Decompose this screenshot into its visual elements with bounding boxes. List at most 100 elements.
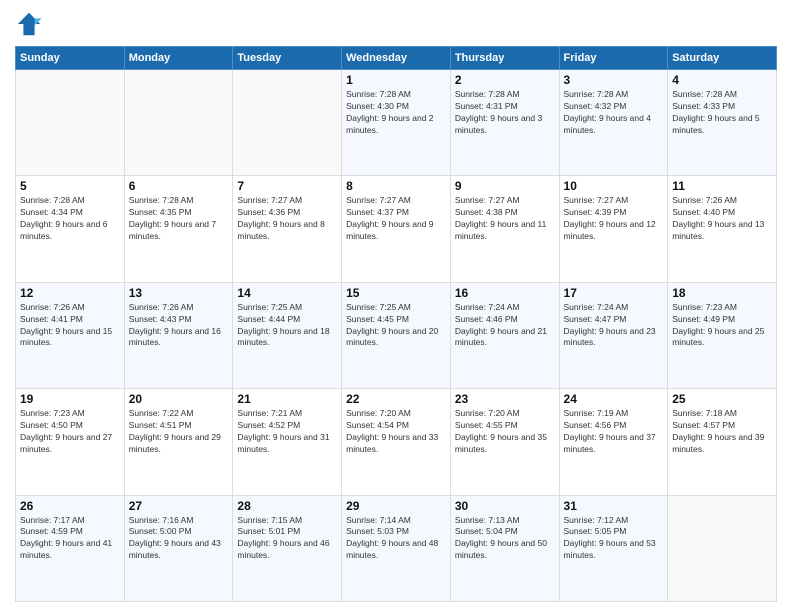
calendar-cell: 25 Sunrise: 7:18 AMSunset: 4:57 PMDaylig… [668, 389, 777, 495]
day-info: Sunrise: 7:25 AMSunset: 4:44 PMDaylight:… [237, 302, 337, 350]
day-number: 31 [564, 499, 664, 513]
day-info: Sunrise: 7:26 AMSunset: 4:40 PMDaylight:… [672, 195, 772, 243]
calendar-cell [124, 70, 233, 176]
day-number: 28 [237, 499, 337, 513]
calendar-cell: 21 Sunrise: 7:21 AMSunset: 4:52 PMDaylig… [233, 389, 342, 495]
page: SundayMondayTuesdayWednesdayThursdayFrid… [0, 0, 792, 612]
calendar-cell: 4 Sunrise: 7:28 AMSunset: 4:33 PMDayligh… [668, 70, 777, 176]
day-number: 5 [20, 179, 120, 193]
day-number: 19 [20, 392, 120, 406]
calendar-cell [16, 70, 125, 176]
calendar-cell: 17 Sunrise: 7:24 AMSunset: 4:47 PMDaylig… [559, 282, 668, 388]
day-info: Sunrise: 7:22 AMSunset: 4:51 PMDaylight:… [129, 408, 229, 456]
calendar-table: SundayMondayTuesdayWednesdayThursdayFrid… [15, 46, 777, 602]
calendar-cell [233, 70, 342, 176]
day-info: Sunrise: 7:27 AMSunset: 4:38 PMDaylight:… [455, 195, 555, 243]
calendar-cell: 28 Sunrise: 7:15 AMSunset: 5:01 PMDaylig… [233, 495, 342, 601]
day-number: 8 [346, 179, 446, 193]
day-info: Sunrise: 7:19 AMSunset: 4:56 PMDaylight:… [564, 408, 664, 456]
weekday-header-tuesday: Tuesday [233, 47, 342, 70]
calendar-cell: 23 Sunrise: 7:20 AMSunset: 4:55 PMDaylig… [450, 389, 559, 495]
calendar-cell: 5 Sunrise: 7:28 AMSunset: 4:34 PMDayligh… [16, 176, 125, 282]
day-info: Sunrise: 7:23 AMSunset: 4:50 PMDaylight:… [20, 408, 120, 456]
calendar-cell: 30 Sunrise: 7:13 AMSunset: 5:04 PMDaylig… [450, 495, 559, 601]
day-info: Sunrise: 7:26 AMSunset: 4:43 PMDaylight:… [129, 302, 229, 350]
day-number: 3 [564, 73, 664, 87]
calendar-cell: 27 Sunrise: 7:16 AMSunset: 5:00 PMDaylig… [124, 495, 233, 601]
day-number: 18 [672, 286, 772, 300]
calendar-cell: 20 Sunrise: 7:22 AMSunset: 4:51 PMDaylig… [124, 389, 233, 495]
calendar-week-4: 19 Sunrise: 7:23 AMSunset: 4:50 PMDaylig… [16, 389, 777, 495]
header [15, 10, 777, 38]
calendar-cell: 2 Sunrise: 7:28 AMSunset: 4:31 PMDayligh… [450, 70, 559, 176]
day-number: 9 [455, 179, 555, 193]
day-info: Sunrise: 7:28 AMSunset: 4:32 PMDaylight:… [564, 89, 664, 137]
day-info: Sunrise: 7:28 AMSunset: 4:35 PMDaylight:… [129, 195, 229, 243]
calendar-cell: 16 Sunrise: 7:24 AMSunset: 4:46 PMDaylig… [450, 282, 559, 388]
calendar-cell: 6 Sunrise: 7:28 AMSunset: 4:35 PMDayligh… [124, 176, 233, 282]
logo [15, 10, 47, 38]
day-number: 30 [455, 499, 555, 513]
calendar-cell: 26 Sunrise: 7:17 AMSunset: 4:59 PMDaylig… [16, 495, 125, 601]
day-number: 15 [346, 286, 446, 300]
day-info: Sunrise: 7:27 AMSunset: 4:37 PMDaylight:… [346, 195, 446, 243]
calendar-cell [668, 495, 777, 601]
day-number: 1 [346, 73, 446, 87]
day-info: Sunrise: 7:28 AMSunset: 4:31 PMDaylight:… [455, 89, 555, 137]
weekday-header-saturday: Saturday [668, 47, 777, 70]
calendar-cell: 12 Sunrise: 7:26 AMSunset: 4:41 PMDaylig… [16, 282, 125, 388]
day-number: 20 [129, 392, 229, 406]
calendar-week-3: 12 Sunrise: 7:26 AMSunset: 4:41 PMDaylig… [16, 282, 777, 388]
day-number: 23 [455, 392, 555, 406]
weekday-header-wednesday: Wednesday [342, 47, 451, 70]
calendar-cell: 7 Sunrise: 7:27 AMSunset: 4:36 PMDayligh… [233, 176, 342, 282]
day-number: 24 [564, 392, 664, 406]
logo-icon [15, 10, 43, 38]
day-number: 7 [237, 179, 337, 193]
day-number: 25 [672, 392, 772, 406]
day-info: Sunrise: 7:24 AMSunset: 4:47 PMDaylight:… [564, 302, 664, 350]
day-number: 27 [129, 499, 229, 513]
calendar-cell: 11 Sunrise: 7:26 AMSunset: 4:40 PMDaylig… [668, 176, 777, 282]
day-info: Sunrise: 7:17 AMSunset: 4:59 PMDaylight:… [20, 515, 120, 563]
calendar-cell: 3 Sunrise: 7:28 AMSunset: 4:32 PMDayligh… [559, 70, 668, 176]
day-info: Sunrise: 7:25 AMSunset: 4:45 PMDaylight:… [346, 302, 446, 350]
day-info: Sunrise: 7:15 AMSunset: 5:01 PMDaylight:… [237, 515, 337, 563]
calendar-cell: 24 Sunrise: 7:19 AMSunset: 4:56 PMDaylig… [559, 389, 668, 495]
day-number: 12 [20, 286, 120, 300]
day-number: 2 [455, 73, 555, 87]
day-info: Sunrise: 7:20 AMSunset: 4:54 PMDaylight:… [346, 408, 446, 456]
calendar-cell: 1 Sunrise: 7:28 AMSunset: 4:30 PMDayligh… [342, 70, 451, 176]
calendar-cell: 13 Sunrise: 7:26 AMSunset: 4:43 PMDaylig… [124, 282, 233, 388]
day-info: Sunrise: 7:23 AMSunset: 4:49 PMDaylight:… [672, 302, 772, 350]
weekday-header-monday: Monday [124, 47, 233, 70]
day-info: Sunrise: 7:26 AMSunset: 4:41 PMDaylight:… [20, 302, 120, 350]
day-info: Sunrise: 7:14 AMSunset: 5:03 PMDaylight:… [346, 515, 446, 563]
day-info: Sunrise: 7:18 AMSunset: 4:57 PMDaylight:… [672, 408, 772, 456]
day-number: 17 [564, 286, 664, 300]
day-number: 26 [20, 499, 120, 513]
weekday-header-friday: Friday [559, 47, 668, 70]
day-info: Sunrise: 7:28 AMSunset: 4:34 PMDaylight:… [20, 195, 120, 243]
day-number: 10 [564, 179, 664, 193]
day-number: 22 [346, 392, 446, 406]
day-info: Sunrise: 7:24 AMSunset: 4:46 PMDaylight:… [455, 302, 555, 350]
calendar-cell: 14 Sunrise: 7:25 AMSunset: 4:44 PMDaylig… [233, 282, 342, 388]
calendar-cell: 31 Sunrise: 7:12 AMSunset: 5:05 PMDaylig… [559, 495, 668, 601]
day-info: Sunrise: 7:27 AMSunset: 4:36 PMDaylight:… [237, 195, 337, 243]
calendar-cell: 22 Sunrise: 7:20 AMSunset: 4:54 PMDaylig… [342, 389, 451, 495]
day-info: Sunrise: 7:28 AMSunset: 4:30 PMDaylight:… [346, 89, 446, 137]
day-number: 21 [237, 392, 337, 406]
day-info: Sunrise: 7:21 AMSunset: 4:52 PMDaylight:… [237, 408, 337, 456]
day-number: 16 [455, 286, 555, 300]
day-info: Sunrise: 7:13 AMSunset: 5:04 PMDaylight:… [455, 515, 555, 563]
calendar-cell: 10 Sunrise: 7:27 AMSunset: 4:39 PMDaylig… [559, 176, 668, 282]
calendar-cell: 19 Sunrise: 7:23 AMSunset: 4:50 PMDaylig… [16, 389, 125, 495]
calendar-cell: 18 Sunrise: 7:23 AMSunset: 4:49 PMDaylig… [668, 282, 777, 388]
day-info: Sunrise: 7:20 AMSunset: 4:55 PMDaylight:… [455, 408, 555, 456]
weekday-header-row: SundayMondayTuesdayWednesdayThursdayFrid… [16, 47, 777, 70]
day-number: 11 [672, 179, 772, 193]
day-info: Sunrise: 7:16 AMSunset: 5:00 PMDaylight:… [129, 515, 229, 563]
calendar-week-5: 26 Sunrise: 7:17 AMSunset: 4:59 PMDaylig… [16, 495, 777, 601]
day-number: 4 [672, 73, 772, 87]
